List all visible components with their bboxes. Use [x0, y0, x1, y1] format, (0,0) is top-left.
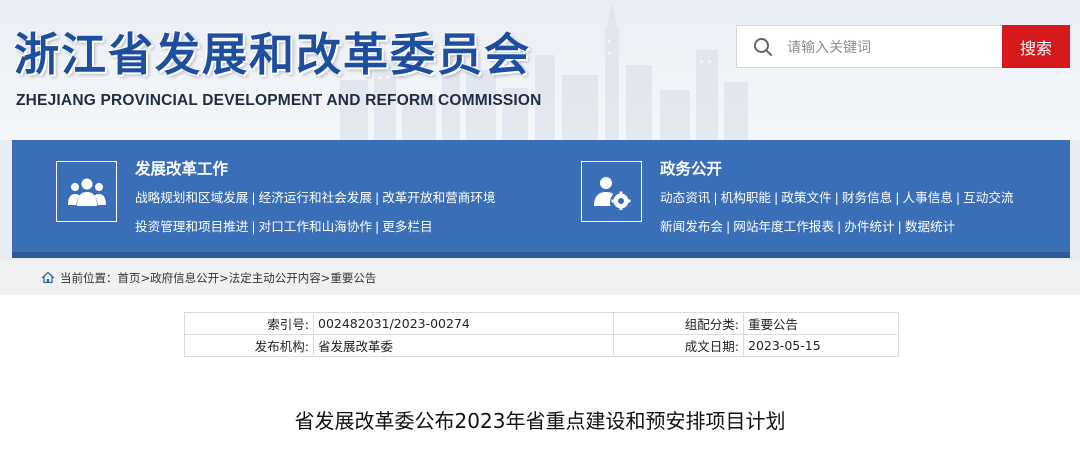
nav-link-annual-report[interactable]: 网站年度工作报表 [733, 219, 834, 234]
date-label: 成文日期: [613, 334, 744, 357]
site-header: 浙江省发展和改革委员会 ZHEJIANG PROVINCIAL DEVELOPM… [0, 0, 1080, 140]
nav-link-policy-documents[interactable]: 政策文件 [781, 190, 831, 205]
nav-block-government-affairs: 政务公开 动态资讯 | 机构职能 | 政策文件 | 财务信息 | 人事信息 | 互动交流 新闻发布会… [572, 140, 1070, 252]
table-row: 索引号: 002482031/2023-00274 组配分类: 重要公告 [184, 312, 899, 335]
nav-link-interaction[interactable]: 互动交流 [963, 190, 1013, 205]
search-icon [754, 38, 772, 56]
separator: | [836, 219, 842, 234]
nav-link-counterpart-work[interactable]: 对口工作和山海协作 [259, 219, 372, 234]
separator: | [895, 190, 900, 205]
separator: | [834, 190, 839, 205]
nav-link-strategy-planning[interactable]: 战略规划和区域发展 [135, 190, 248, 205]
separator: | [897, 219, 902, 234]
table-row: 发布机构: 省发展改革委 成文日期: 2023-05-15 [184, 334, 899, 357]
breadcrumb: 当前位置：首页>政府信息公开>法定主动公开内容>重要公告 [0, 260, 1080, 295]
separator: | [725, 219, 731, 234]
nav-link-news[interactable]: 动态资讯 [660, 190, 710, 205]
category-label: 组配分类: [613, 312, 744, 335]
nav-link-investment[interactable]: 投资管理和项目推进 [135, 219, 248, 234]
nav-link-personnel-info[interactable]: 人事信息 [903, 190, 953, 205]
search-button[interactable]: 搜索 [1002, 25, 1070, 68]
people-group-icon [67, 178, 106, 206]
nav-links-row: 战略规划和区域发展 | 经济运行和社会发展 | 改革开放和营商环境 [135, 187, 496, 206]
index-label: 索引号: [184, 312, 314, 335]
separator: | [251, 190, 256, 205]
nav-block-reform-work: 发展改革工作 战略规划和区域发展 | 经济运行和社会发展 | 改革开放和营商环境 投资管… [12, 140, 572, 252]
separator: | [374, 190, 380, 205]
search-input[interactable] [785, 35, 989, 61]
publisher-label: 发布机构: [184, 334, 314, 357]
separator: | [713, 190, 718, 205]
breadcrumb-text: 当前位置：首页>政府信息公开>法定主动公开内容>重要公告 [60, 270, 376, 286]
nav-icon-box [581, 161, 642, 222]
separator: | [955, 190, 961, 205]
nav-link-data-statistics[interactable]: 数据统计 [905, 219, 955, 234]
index-value: 002482031/2023-00274 [313, 312, 614, 335]
document-info-table: 索引号: 002482031/2023-00274 组配分类: 重要公告 发布机… [184, 312, 899, 357]
breadcrumb-label: 当前位置： [60, 271, 118, 285]
main-nav-area: 发展改革工作 战略规划和区域发展 | 经济运行和社会发展 | 改革开放和营商环境 投资管… [0, 140, 1080, 260]
nav-icon-box [56, 161, 117, 222]
home-icon [42, 272, 54, 283]
article-title: 省发展改革委公布2023年省重点建设和预安排项目计划 [294, 409, 786, 433]
nav-heading-government-affairs[interactable]: 政务公开 [660, 157, 722, 179]
date-value: 2023-05-15 [743, 334, 899, 357]
search-box [736, 25, 1002, 68]
breadcrumb-separator: > [320, 271, 331, 285]
breadcrumb-home[interactable]: 首页 [118, 271, 141, 285]
nav-links-row: 新闻发布会 | 网站年度工作报表 | 办件统计 | 数据统计 [660, 216, 955, 235]
separator: | [774, 190, 779, 205]
user-settings-icon [593, 176, 630, 210]
nav-heading-reform-work[interactable]: 发展改革工作 [135, 157, 228, 179]
separator: | [374, 219, 380, 234]
nav-link-financial-info[interactable]: 财务信息 [842, 190, 892, 205]
nav-link-more-columns[interactable]: 更多栏目 [382, 219, 432, 234]
nav-link-economic-operation[interactable]: 经济运行和社会发展 [259, 190, 372, 205]
breadcrumb-gov-info[interactable]: 政府信息公开 [150, 271, 219, 285]
breadcrumb-statutory-content[interactable]: 法定主动公开内容 [229, 271, 321, 285]
site-subtitle: ZHEJIANG PROVINCIAL DEVELOPMENT AND REFO… [16, 92, 542, 109]
separator: | [251, 219, 256, 234]
publisher-value: 省发展改革委 [313, 334, 614, 357]
breadcrumb-separator: > [140, 271, 151, 285]
breadcrumb-current[interactable]: 重要公告 [330, 271, 376, 285]
nav-link-reform-opening[interactable]: 改革开放和营商环境 [382, 190, 495, 205]
breadcrumb-separator: > [219, 271, 229, 285]
site-title: 浙江省发展和改革委员会 [14, 28, 532, 81]
nav-link-case-statistics[interactable]: 办件统计 [844, 219, 894, 234]
nav-links-row: 投资管理和项目推进 | 对口工作和山海协作 | 更多栏目 [135, 216, 433, 235]
nav-link-functions[interactable]: 机构职能 [721, 190, 771, 205]
category-value: 重要公告 [743, 312, 899, 335]
nav-link-press-conference[interactable]: 新闻发布会 [660, 219, 723, 234]
main-nav-panel: 发展改革工作 战略规划和区域发展 | 经济运行和社会发展 | 改革开放和营商环境 投资管… [12, 140, 1070, 258]
nav-links-row: 动态资讯 | 机构职能 | 政策文件 | 财务信息 | 人事信息 | 互动交流 [660, 187, 1014, 206]
